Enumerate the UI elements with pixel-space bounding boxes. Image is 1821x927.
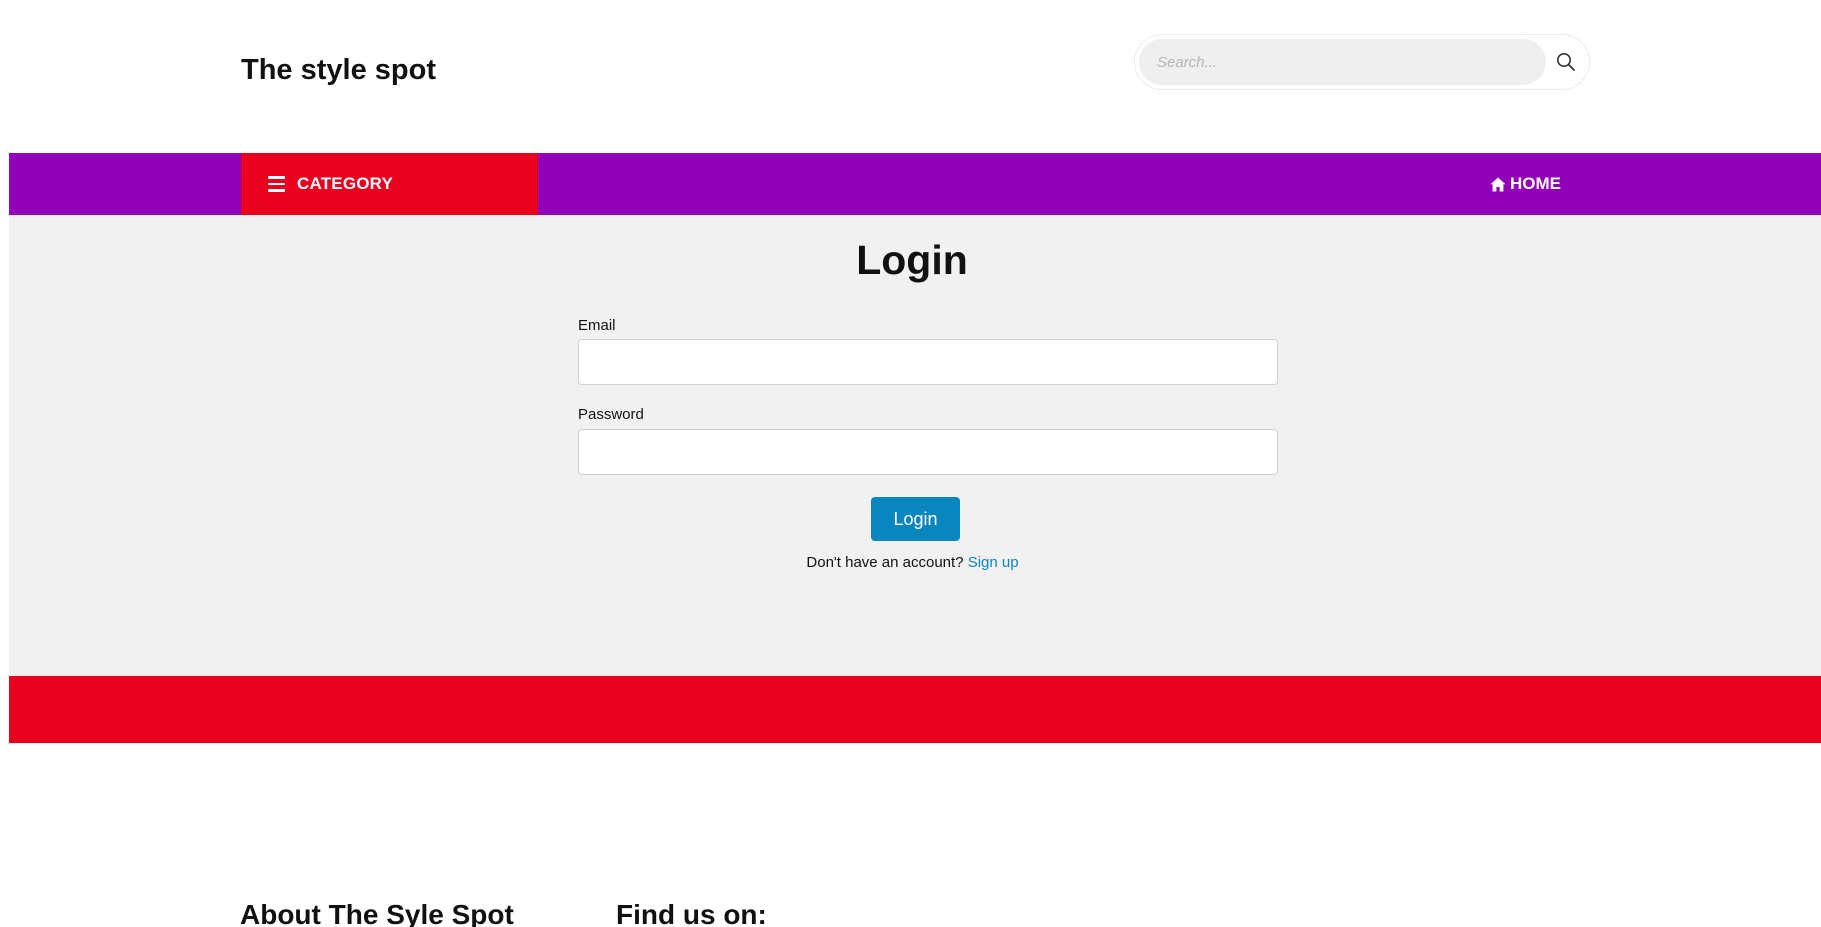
category-menu-button[interactable]: CATEGORY xyxy=(241,153,538,215)
login-heading: Login xyxy=(856,237,968,283)
search-icon xyxy=(1557,53,1575,71)
home-icon xyxy=(1490,177,1506,191)
site-title[interactable]: The style spot xyxy=(241,52,436,88)
email-label: Email xyxy=(578,317,616,334)
password-field[interactable] xyxy=(578,429,1278,475)
search-bar xyxy=(1134,34,1590,90)
main-navbar: CATEGORY HOME xyxy=(9,153,1821,215)
login-submit-button[interactable]: Login xyxy=(871,497,960,541)
email-field[interactable] xyxy=(578,339,1278,385)
nav-home-link[interactable]: HOME xyxy=(1490,153,1561,215)
page: The style spot CATEGORY HOME Login Email xyxy=(0,0,1821,927)
category-label: CATEGORY xyxy=(297,174,394,193)
signup-link[interactable]: Sign up xyxy=(968,554,1019,571)
password-label: Password xyxy=(578,406,644,423)
footer-about-heading: About The Syle Spot xyxy=(240,899,514,927)
footer-band xyxy=(9,676,1821,743)
signup-prompt: Don't have an account? Sign up xyxy=(9,554,1821,571)
login-section: Login Email Password Login Don't have an… xyxy=(9,215,1821,676)
footer-find-heading: Find us on: xyxy=(616,899,767,927)
signup-prompt-text: Don't have an account? xyxy=(806,554,964,571)
search-button[interactable] xyxy=(1553,49,1579,75)
home-label: HOME xyxy=(1510,174,1561,193)
search-input[interactable] xyxy=(1139,39,1546,85)
hamburger-menu-icon xyxy=(268,176,285,192)
